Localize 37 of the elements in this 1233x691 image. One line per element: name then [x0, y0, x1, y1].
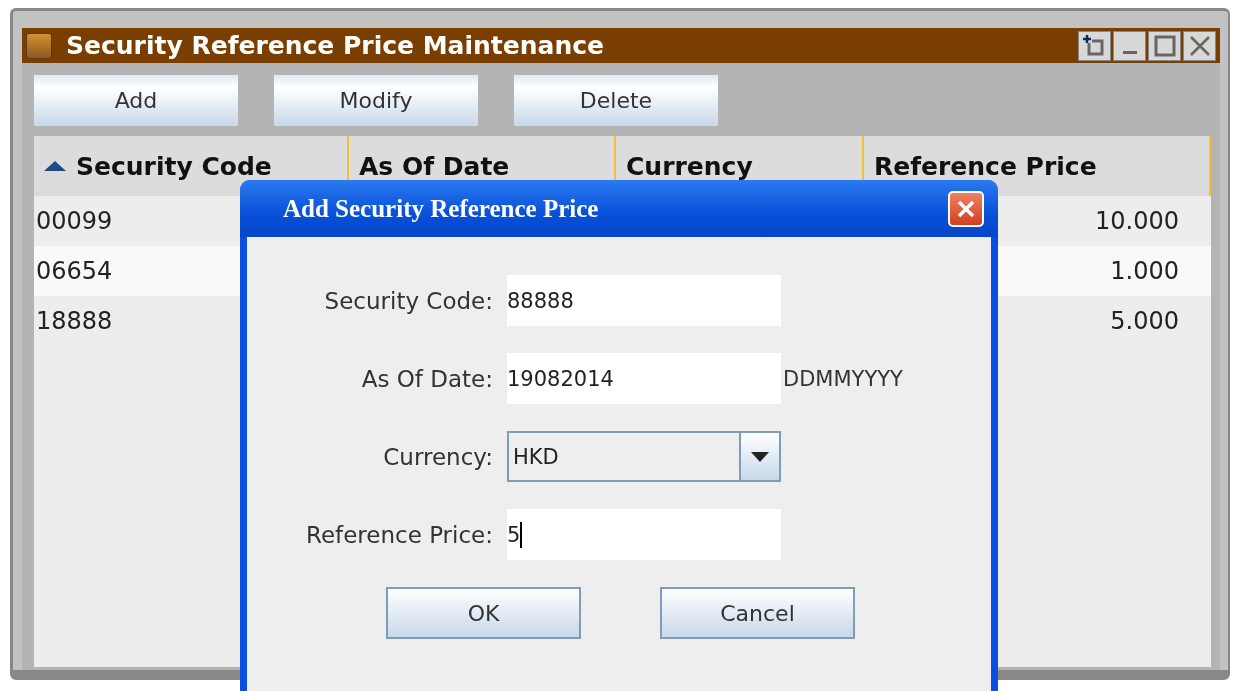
- window-title: Security Reference Price Maintenance: [66, 31, 605, 60]
- toolbar-button[interactable]: Modify: [274, 75, 478, 126]
- app-icon: [26, 32, 52, 59]
- table-cell: 10.000: [1095, 207, 1179, 235]
- table-cell: 06654: [36, 257, 113, 285]
- input-field[interactable]: 19082014: [507, 353, 781, 404]
- minimize-button[interactable]: [1113, 30, 1146, 61]
- maximize-icon: [1153, 34, 1176, 57]
- table-cell: 5.000: [1110, 307, 1179, 335]
- column-label: As Of Date: [359, 151, 510, 181]
- toolbar-button[interactable]: Delete: [514, 75, 718, 126]
- format-hint: DDMMYYYY: [783, 366, 903, 391]
- field-label: As Of Date:: [360, 365, 494, 392]
- input-field[interactable]: 88888: [507, 275, 781, 326]
- restore-button[interactable]: [1078, 30, 1111, 61]
- close-button[interactable]: [1183, 30, 1216, 61]
- dialog-button[interactable]: OK: [386, 587, 581, 639]
- maximize-button[interactable]: [1148, 30, 1181, 61]
- new-window-icon: [1082, 33, 1107, 58]
- table-cell: 18888: [36, 307, 113, 335]
- field-label: Currency:: [382, 443, 494, 470]
- column-label: Currency: [626, 151, 753, 181]
- dialog-button[interactable]: Cancel: [660, 587, 855, 639]
- close-icon: [956, 198, 976, 219]
- input-field[interactable]: 5: [507, 509, 781, 560]
- column-label: Reference Price: [874, 151, 1097, 181]
- toolbar-button[interactable]: Add: [34, 75, 238, 126]
- minimize-icon: [1122, 51, 1137, 54]
- caret-icon: [751, 451, 769, 462]
- field-label: Security Code:: [323, 287, 494, 314]
- table-cell: 1.000: [1110, 257, 1179, 285]
- column-label: Security Code: [76, 151, 272, 181]
- close-icon: [1188, 34, 1211, 57]
- table-cell: 00099: [36, 207, 113, 235]
- dialog-title: Add Security Reference Price: [283, 194, 599, 223]
- dropdown-field[interactable]: HKD: [507, 431, 781, 482]
- field-label: Reference Price:: [305, 521, 494, 548]
